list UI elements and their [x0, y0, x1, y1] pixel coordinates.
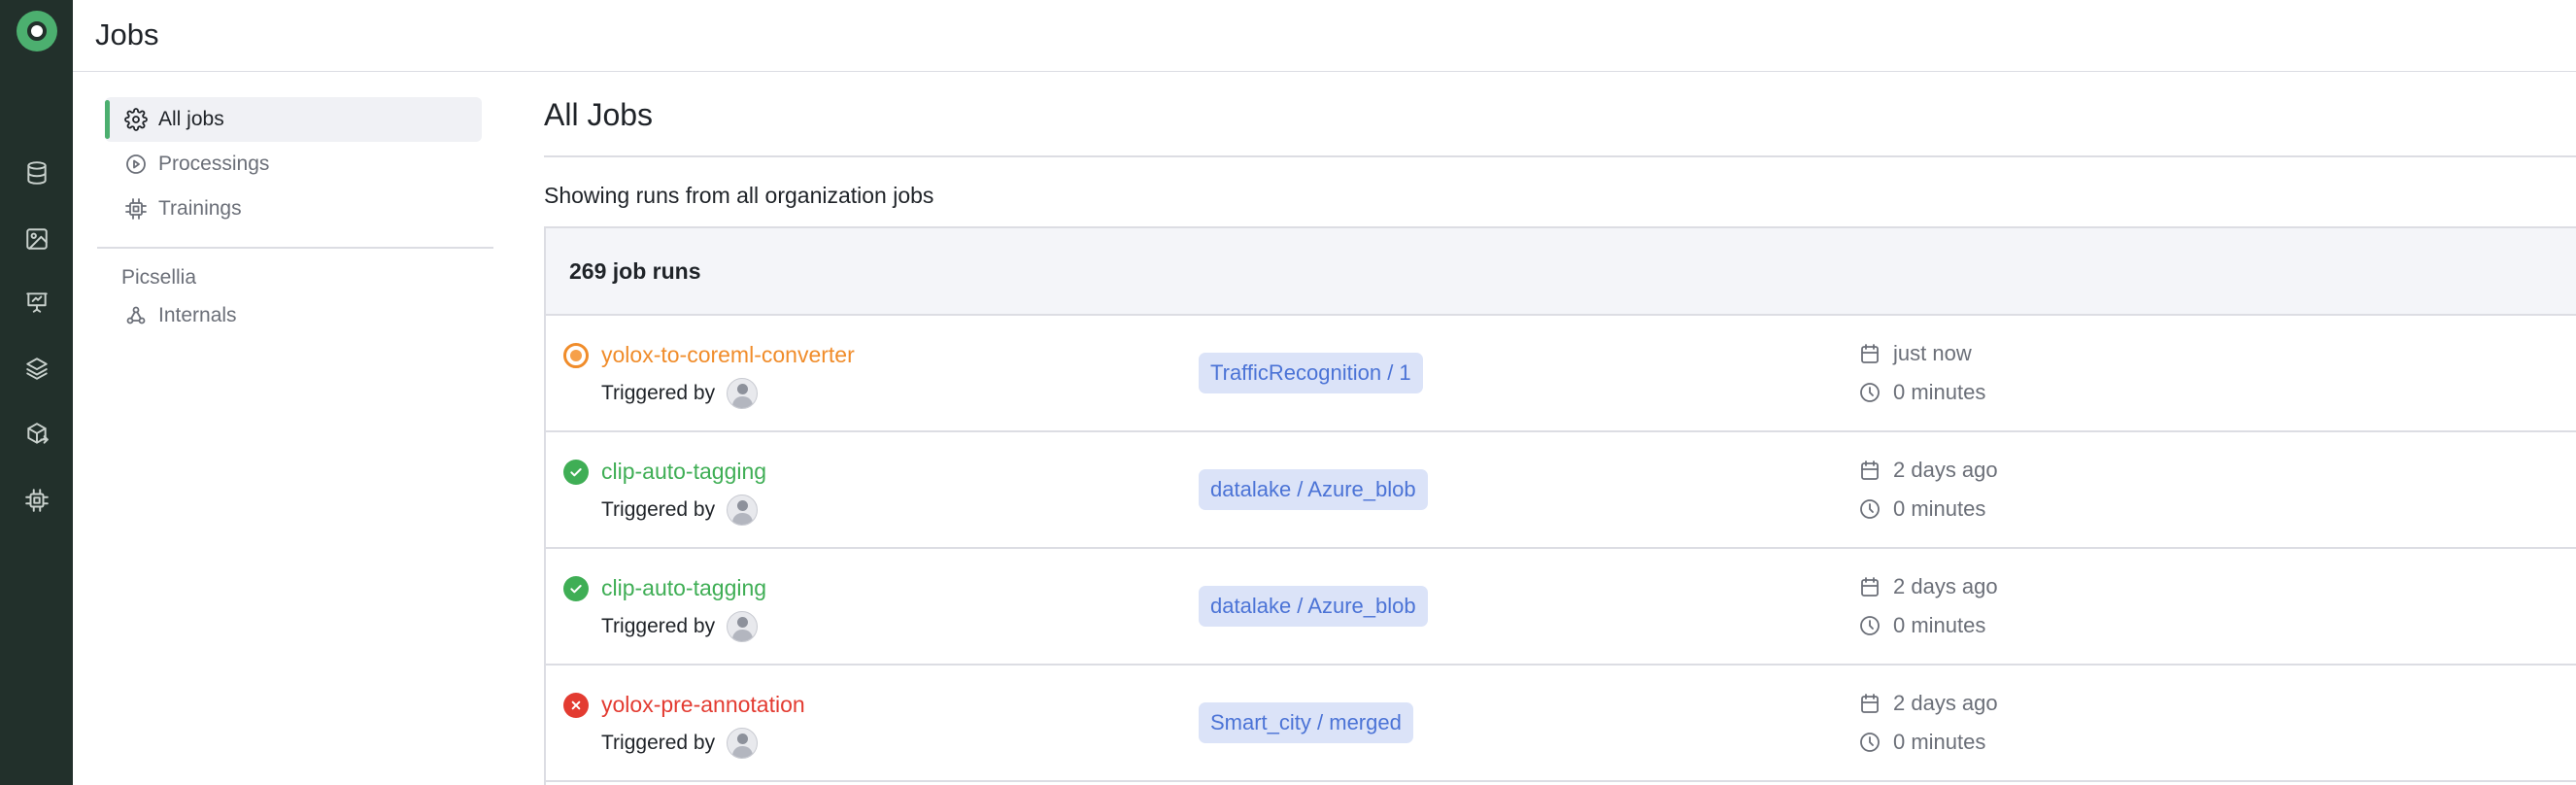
sidebar-item-label: Processings [158, 153, 270, 175]
cpu-icon [125, 198, 147, 220]
sidebar-divider [97, 247, 493, 249]
success-status-icon [563, 576, 589, 601]
avatar[interactable] [727, 495, 759, 526]
sidebar-item-trainings[interactable]: Trainings [105, 187, 482, 231]
app-logo[interactable] [17, 11, 57, 51]
clock-icon [1860, 499, 1880, 519]
clock-icon [1860, 616, 1880, 635]
package-export-icon[interactable] [22, 420, 51, 449]
running-status-icon [563, 343, 589, 368]
sidebar-item-label: Internals [158, 304, 237, 326]
calendar-icon [1861, 577, 1879, 597]
run-date: 2 days ago [1858, 574, 1998, 599]
section-subtitle: Showing runs from all organization jobs [544, 183, 934, 208]
run-date: 2 days ago [1858, 458, 1998, 483]
job-name-link[interactable]: yolox-pre-annotation [601, 692, 805, 718]
job-name-link[interactable]: yolox-to-coreml-converter [601, 342, 855, 368]
table-row[interactable]: yolox-pre-annotation Triggered by Smart_… [546, 666, 2576, 782]
cpu-icon[interactable] [22, 486, 51, 515]
sidebar-item-internals[interactable]: Internals [105, 293, 482, 338]
clock-icon [1860, 383, 1880, 402]
avatar[interactable] [727, 728, 759, 759]
calendar-icon [1861, 461, 1879, 480]
avatar[interactable] [727, 611, 759, 642]
sidebar-item-label: Trainings [158, 197, 242, 220]
presentation-icon[interactable] [22, 288, 51, 317]
layers-icon[interactable] [22, 354, 51, 383]
dataset-tag[interactable]: datalake / Azure_blob [1199, 586, 1428, 627]
job-name-link[interactable]: clip-auto-tagging [601, 575, 766, 601]
page-title: Jobs [95, 17, 159, 51]
table-row[interactable]: clip-auto-tagging Triggered by datalake … [546, 549, 2576, 666]
calendar-icon [1861, 694, 1879, 713]
run-duration: 0 minutes [1858, 496, 1985, 522]
main-content: All Jobs Showing runs from all organizat… [544, 72, 2576, 785]
success-status-icon [563, 460, 589, 485]
play-circle-icon [126, 154, 146, 174]
job-name-link[interactable]: clip-auto-tagging [601, 459, 766, 485]
clock-icon [1860, 733, 1880, 752]
jobs-sidebar: All jobs Processings Trainings Picsellia… [97, 97, 495, 338]
dataset-tag[interactable]: Smart_city / merged [1199, 702, 1413, 743]
table-row[interactable]: clip-auto-tagging Triggered by datalake … [546, 432, 2576, 549]
database-icon[interactable] [22, 158, 51, 188]
triggered-by: Triggered by [601, 495, 759, 526]
job-runs-panel: 269 job runs yolox-to-coreml-converter T… [544, 226, 2576, 785]
avatar[interactable] [727, 378, 759, 409]
triggered-by: Triggered by [601, 378, 759, 409]
table-row[interactable]: yolox-to-coreml-converter Triggered by T… [546, 316, 2576, 432]
run-duration: 0 minutes [1858, 730, 1985, 755]
sidebar-item-label: All jobs [158, 108, 224, 130]
triggered-by: Triggered by [601, 728, 759, 759]
sidebar-section-title: Picsellia [121, 266, 197, 289]
webhook-icon [126, 306, 146, 324]
run-duration: 0 minutes [1858, 613, 1985, 638]
calendar-icon [1861, 344, 1879, 363]
run-date: just now [1858, 341, 1972, 366]
gear-icon [124, 108, 148, 131]
section-title: All Jobs [544, 97, 654, 132]
top-header: Jobs [73, 0, 2576, 72]
run-date: 2 days ago [1858, 691, 1998, 716]
triggered-by: Triggered by [601, 611, 759, 642]
section-divider [544, 155, 2576, 157]
dataset-tag[interactable]: TrafficRecognition / 1 [1199, 353, 1423, 393]
dataset-tag[interactable]: datalake / Azure_blob [1199, 469, 1428, 510]
sidebar-item-processings[interactable]: Processings [105, 142, 482, 187]
failed-status-icon [563, 693, 589, 718]
run-duration: 0 minutes [1858, 380, 1985, 405]
job-runs-count: 269 job runs [546, 228, 2576, 316]
image-icon[interactable] [22, 224, 51, 254]
sidebar-item-all-jobs[interactable]: All jobs [105, 97, 482, 142]
app-rail [0, 0, 73, 785]
